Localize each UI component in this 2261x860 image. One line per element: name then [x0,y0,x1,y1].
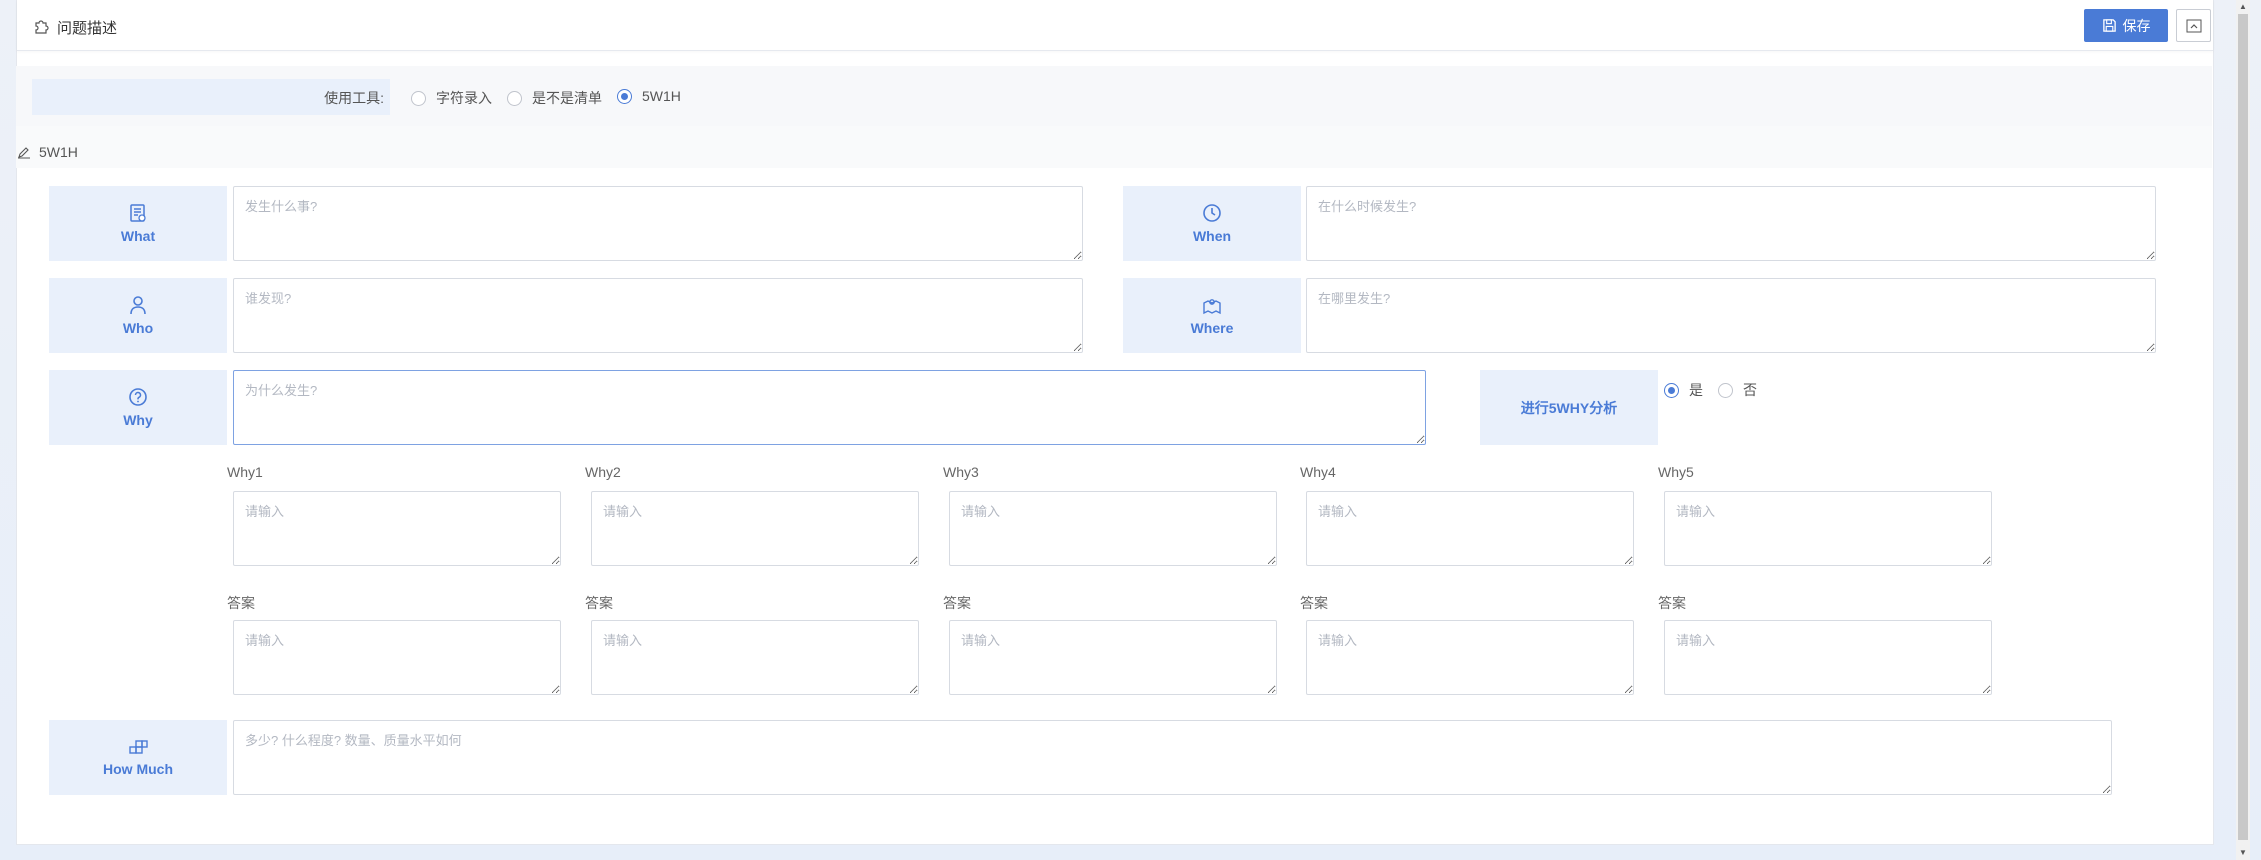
why4-input[interactable] [1306,491,1634,566]
collapse-up-icon [2186,19,2201,32]
who-input[interactable] [233,278,1083,353]
who-label-text: Who [122,320,154,336]
user-icon [130,296,146,315]
what-label: What [49,186,227,261]
edit-icon [18,147,30,159]
how-much-label-text: How Much [103,761,173,777]
tool-selector-area: 使用工具: 字符录入 是不是清单 5W1H [16,66,2212,126]
tool-label-box: 使用工具: [32,79,390,115]
scroll-up-arrow-icon[interactable]: ▲ [2236,0,2250,14]
answer1-input[interactable] [233,620,561,695]
five-why-option-yes[interactable]: 是 [1664,380,1703,400]
panel-header: 问题描述 保存 [17,0,2213,51]
section-band [16,126,2212,168]
why2-input[interactable] [591,491,919,566]
answer3-input[interactable] [949,620,1277,695]
save-button-label: 保存 [2122,17,2151,34]
how-much-input[interactable] [233,720,2112,795]
collapse-button[interactable] [2176,9,2211,42]
why-label: Why [49,370,227,445]
radio-circle [507,90,522,106]
when-label-text: When [1192,228,1232,244]
save-button[interactable]: 保存 [2084,9,2168,42]
blocks-icon [129,740,148,754]
radio-circle-checked [1664,382,1679,398]
why1-label: Why1 [227,464,263,480]
when-label: When [1123,186,1301,261]
five-why-option-label: 是 [1689,382,1703,398]
why-input[interactable] [233,370,1426,445]
panel-title: 问题描述 [57,20,118,37]
when-input[interactable] [1306,186,2156,261]
scroll-thumb[interactable] [2238,14,2248,840]
tool-option-label: 5W1H [642,88,681,104]
what-label-text: What [120,228,156,244]
map-pin-icon [1203,299,1221,315]
answer5-label: 答案 [1658,595,1686,611]
radio-circle [1718,382,1733,398]
radio-circle-checked [617,88,632,104]
tool-option-label: 字符录入 [436,90,492,106]
where-input[interactable] [1306,278,2156,353]
section-title: 5W1H [39,144,78,160]
puzzle-icon [35,20,49,34]
where-label: Where [1123,278,1301,353]
answer2-input[interactable] [591,620,919,695]
answer4-label: 答案 [1300,595,1328,611]
page-scrollbar[interactable]: ▲ ▼ [2236,0,2250,860]
why2-label: Why2 [585,464,621,480]
why4-label: Why4 [1300,464,1336,480]
tool-option-text-entry[interactable]: 字符录入 [411,88,492,108]
answer5-input[interactable] [1664,620,1992,695]
why-label-text: Why [123,412,153,428]
why5-input[interactable] [1664,491,1992,566]
scroll-down-arrow-icon[interactable]: ▼ [2236,846,2250,860]
save-icon [2102,19,2116,32]
document-icon [130,204,146,222]
answer3-label: 答案 [943,595,971,611]
radio-circle [411,90,426,106]
tool-label: 使用工具: [324,90,384,106]
answer2-label: 答案 [585,595,613,611]
tool-option-label: 是不是清单 [532,90,602,106]
why5-label: Why5 [1658,464,1694,480]
answer1-label: 答案 [227,595,255,611]
why3-label: Why3 [943,464,979,480]
five-why-analysis-label: 进行5WHY分析 [1480,370,1658,445]
tool-option-5w1h[interactable]: 5W1H [617,88,681,104]
answer4-input[interactable] [1306,620,1634,695]
why3-input[interactable] [949,491,1277,566]
five-why-option-no[interactable]: 否 [1718,380,1757,400]
where-label-text: Where [1190,320,1234,336]
how-much-label: How Much [49,720,227,795]
why1-input[interactable] [233,491,561,566]
five-why-option-label: 否 [1743,382,1757,398]
clock-icon [1203,204,1221,222]
tool-option-checklist[interactable]: 是不是清单 [507,88,602,108]
five-why-analysis-label-text: 进行5WHY分析 [1520,399,1618,416]
question-icon [129,388,147,406]
what-input[interactable] [233,186,1083,261]
who-label: Who [49,278,227,353]
